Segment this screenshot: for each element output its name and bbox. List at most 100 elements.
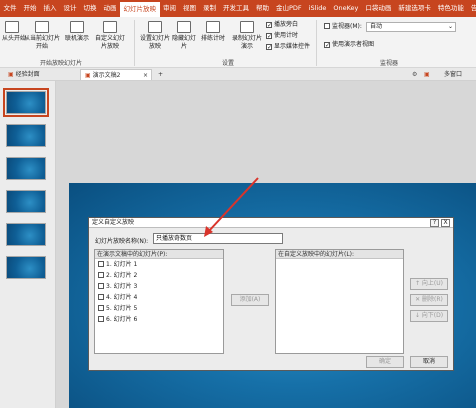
play-narration-option[interactable]: ✓ 播放旁白	[266, 21, 298, 29]
ppt-file-icon: ▣	[85, 72, 91, 79]
move-down-button[interactable]: ↓ 向下(D)	[410, 310, 448, 322]
slide-list-label: 1. 幻灯片 1	[106, 261, 138, 268]
ribbon-tab[interactable]: iSlide	[305, 0, 330, 17]
cancel-button[interactable]: 取消	[410, 356, 448, 368]
ribbon-separator	[134, 20, 135, 66]
checkbox-icon[interactable]	[98, 272, 104, 278]
ribbon-tab[interactable]: 动画	[100, 0, 120, 17]
ppt-file-icon: ▣	[8, 71, 14, 78]
play-icon	[5, 21, 19, 33]
record-icon	[240, 21, 254, 33]
online-present-button[interactable]: 联机演示	[64, 21, 90, 43]
ribbon-tab[interactable]: 帮助	[253, 0, 273, 17]
checkbox-icon[interactable]	[98, 261, 104, 267]
slide-list-item[interactable]: 4. 幻灯片 4	[95, 292, 223, 303]
setup-show-button[interactable]: 设置幻灯片放映	[140, 21, 170, 50]
setup-icon	[148, 21, 162, 33]
group-setup-label: 设置	[222, 60, 235, 67]
define-custom-show-dialog: 定义自定义放映 ? X 幻灯片放映名称(N): 只播放奇数页 在演示文稿中的幻灯…	[88, 217, 454, 371]
ribbon-tab[interactable]: 口袋动画	[362, 0, 395, 17]
slide-items: 1. 幻灯片 1 2. 幻灯片 2 3. 幻灯片 3 4. 幻灯片 4 5. 幻灯片 5…	[95, 259, 223, 325]
close-button[interactable]: X	[441, 219, 450, 227]
presenter-view-option[interactable]: ✓ 使用演示者视图	[324, 41, 374, 49]
ribbon-tab[interactable]: 新建选项卡	[395, 0, 435, 17]
from-current-button[interactable]: 从当前幻灯片开始	[22, 21, 62, 50]
multi-window-label[interactable]: 多窗口	[440, 69, 466, 80]
slide-thumbnail[interactable]	[6, 157, 46, 180]
monitor-select[interactable]: 自动 ⌄	[366, 22, 456, 32]
slide-thumbnail[interactable]	[6, 256, 46, 279]
ribbon-tab[interactable]: 视图	[180, 0, 200, 17]
ribbon-tab[interactable]: 开始	[20, 0, 40, 17]
show-name-label: 幻灯片放映名称(N):	[95, 238, 149, 245]
ribbon-tab[interactable]: 录制	[200, 0, 220, 17]
checkbox-icon[interactable]	[98, 294, 104, 300]
help-button[interactable]: ?	[430, 219, 439, 227]
slide-thumbnail-pane	[0, 81, 56, 408]
slide-thumbnail[interactable]	[3, 88, 49, 117]
online-icon	[70, 21, 84, 33]
monitor-icon	[324, 23, 330, 29]
chevron-down-icon: ⌄	[447, 23, 453, 30]
ribbon-tab[interactable]: 插入	[40, 0, 60, 17]
move-up-button[interactable]: ↑ 向上(U)	[410, 278, 448, 290]
custom-show-header: 在自定义放映中的幻灯片(L):	[276, 250, 403, 259]
ribbon-tab[interactable]: 文件	[0, 0, 20, 17]
checkbox-checked-icon: ✓	[266, 33, 273, 40]
monitor-label: 监视器(M):	[324, 23, 362, 31]
slide-thumbnail[interactable]	[6, 223, 46, 246]
ribbon-tab[interactable]: 切换	[80, 0, 100, 17]
slide-list-label: 5. 幻灯片 5	[106, 305, 138, 312]
ribbon-tab[interactable]: 开发工具	[220, 0, 253, 17]
doc-tab-1[interactable]: ▣ 经验封面	[4, 69, 44, 80]
close-icon[interactable]: ×	[143, 70, 148, 81]
ribbon-tab[interactable]: OneKey	[330, 0, 362, 17]
ribbon-tab[interactable]: 审阅	[160, 0, 180, 17]
show-media-option[interactable]: ✓ 显示媒体控件	[266, 43, 310, 51]
show-name-input[interactable]: 只播放奇数页	[153, 233, 283, 244]
ribbon-tab[interactable]: 金山PDF	[273, 0, 306, 17]
from-start-button[interactable]: 从头开始	[2, 21, 26, 43]
slide-list-item[interactable]: 5. 幻灯片 5	[95, 303, 223, 314]
group-monitor-label: 监视器	[380, 60, 399, 67]
new-tab-button[interactable]: +	[154, 69, 167, 80]
add-button[interactable]: 添加(A)	[231, 294, 269, 306]
slide-list-label: 4. 幻灯片 4	[106, 294, 138, 301]
custom-show-slides-list: 在自定义放映中的幻灯片(L):	[275, 249, 404, 354]
slide-list-item[interactable]: 1. 幻灯片 1	[95, 259, 223, 270]
custom-show-icon	[103, 21, 117, 33]
slide-list-label: 2. 幻灯片 2	[106, 272, 138, 279]
dialog-title: 定义自定义放映	[89, 218, 453, 228]
ribbon-separator	[316, 20, 317, 66]
hide-slide-button[interactable]: 隐藏幻灯片	[172, 21, 196, 50]
available-slides-header: 在演示文稿中的幻灯片(P):	[95, 250, 223, 259]
checkbox-icon[interactable]	[98, 283, 104, 289]
rehearse-button[interactable]: 排练计时	[199, 21, 227, 43]
ribbon-tab[interactable]: 告诉我	[467, 0, 476, 17]
slide-thumbnail[interactable]	[6, 124, 46, 147]
slide-list-item[interactable]: 3. 幻灯片 3	[95, 281, 223, 292]
checkbox-checked-icon: ✓	[324, 42, 331, 49]
slide-list-item[interactable]: 6. 幻灯片 6	[95, 314, 223, 325]
available-slides-list: 在演示文稿中的幻灯片(P): 1. 幻灯片 1 2. 幻灯片 2 3. 幻灯片 3 4…	[94, 249, 224, 354]
checkbox-icon[interactable]	[98, 316, 104, 322]
ribbon-tab[interactable]: 设计	[60, 0, 80, 17]
ribbon-tab[interactable]: 特色功能	[434, 0, 467, 17]
play-current-icon	[35, 21, 49, 33]
ribbon: 从头开始 从当前幻灯片开始 联机演示 自定义幻灯片放映 开始放映幻灯片 设置幻灯…	[0, 17, 476, 68]
use-timing-option[interactable]: ✓ 使用计时	[266, 32, 298, 40]
checkbox-icon[interactable]	[98, 305, 104, 311]
ok-button[interactable]: 确定	[366, 356, 404, 368]
ribbon-tab[interactable]: 幻灯片放映	[120, 2, 160, 17]
windows-icon[interactable]: ▣	[420, 69, 434, 80]
record-button[interactable]: 录制幻灯片演示	[230, 21, 264, 50]
slide-list-label: 6. 幻灯片 6	[106, 316, 138, 323]
checkbox-checked-icon: ✓	[266, 22, 273, 29]
group-start-label: 开始放映幻灯片	[40, 60, 83, 67]
ribbon-tab-bar: 文件 开始 插入 设计 切换 动画 幻灯片放映 审阅 视图 录制 开发工具 帮助 金山PDF iSlide…	[0, 0, 476, 17]
slide-thumbnail[interactable]	[6, 190, 46, 213]
delete-button[interactable]: ✕ 删除(R)	[410, 294, 448, 306]
slide-list-item[interactable]: 2. 幻灯片 2	[95, 270, 223, 281]
custom-show-button[interactable]: 自定义幻灯片放映	[94, 21, 126, 50]
doc-tab-2[interactable]: ▣ 演示文稿2 ×	[80, 69, 152, 80]
